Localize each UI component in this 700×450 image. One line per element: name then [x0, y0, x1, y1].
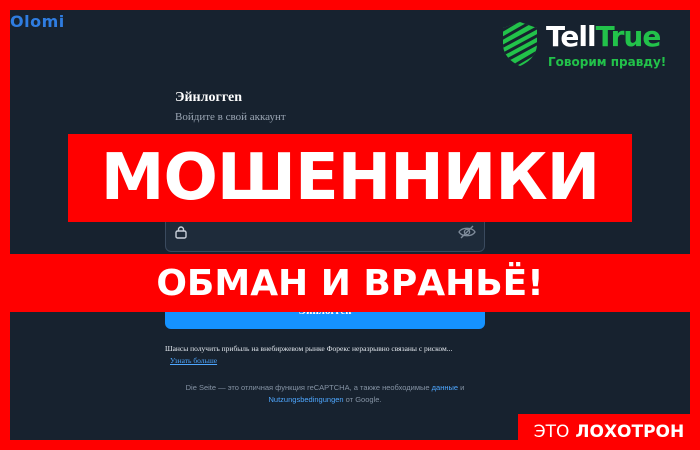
lock-icon [175, 226, 187, 239]
telltrue-slogan: Говорим правду! [548, 55, 667, 69]
login-title: Эйнлоггеn [175, 90, 243, 105]
fraud-warning-banner: ОБМАН И ВРАНЬЁ! [0, 254, 700, 312]
recaptcha-prefix: Die Seite — это отличная функция reCAPTC… [185, 383, 430, 392]
telltrue-name-true: True [595, 20, 662, 53]
recaptcha-notice: Die Seite — это отличная функция reCAPTC… [165, 382, 485, 406]
scam-badge: ЭТО ЛОХОТРОН [518, 414, 700, 450]
telltrue-name-tell: Tell [546, 20, 597, 53]
scam-badge-strong: ЛОХОТРОН [575, 422, 685, 442]
scam-badge-prefix: ЭТО [533, 422, 570, 442]
brand-logo[interactable]: Olomi [10, 12, 65, 31]
risk-disclaimer: Шансы получить прибыль на внебиржевом ры… [165, 344, 453, 353]
login-header: Эйнлоггеn Войдите в свой аккаунт [175, 90, 495, 123]
privacy-link[interactable]: данные [432, 383, 458, 392]
login-subtitle: Войдите в свой аккаунт [175, 111, 286, 123]
recaptcha-suffix: от Google. [345, 395, 382, 404]
recaptcha-and: и [460, 383, 465, 392]
terms-link[interactable]: Nutzungsbedingungen [269, 395, 344, 404]
telltrue-name: TellTrue [546, 20, 662, 54]
telltrue-logo: TellTrue Говорим правду! [500, 20, 686, 76]
shield-icon [503, 22, 537, 66]
learn-more-link[interactable]: Узнать больше [170, 356, 217, 365]
eye-off-icon[interactable] [458, 224, 476, 240]
password-input[interactable] [194, 221, 444, 243]
scam-warning-banner: МОШЕННИКИ [68, 134, 632, 222]
